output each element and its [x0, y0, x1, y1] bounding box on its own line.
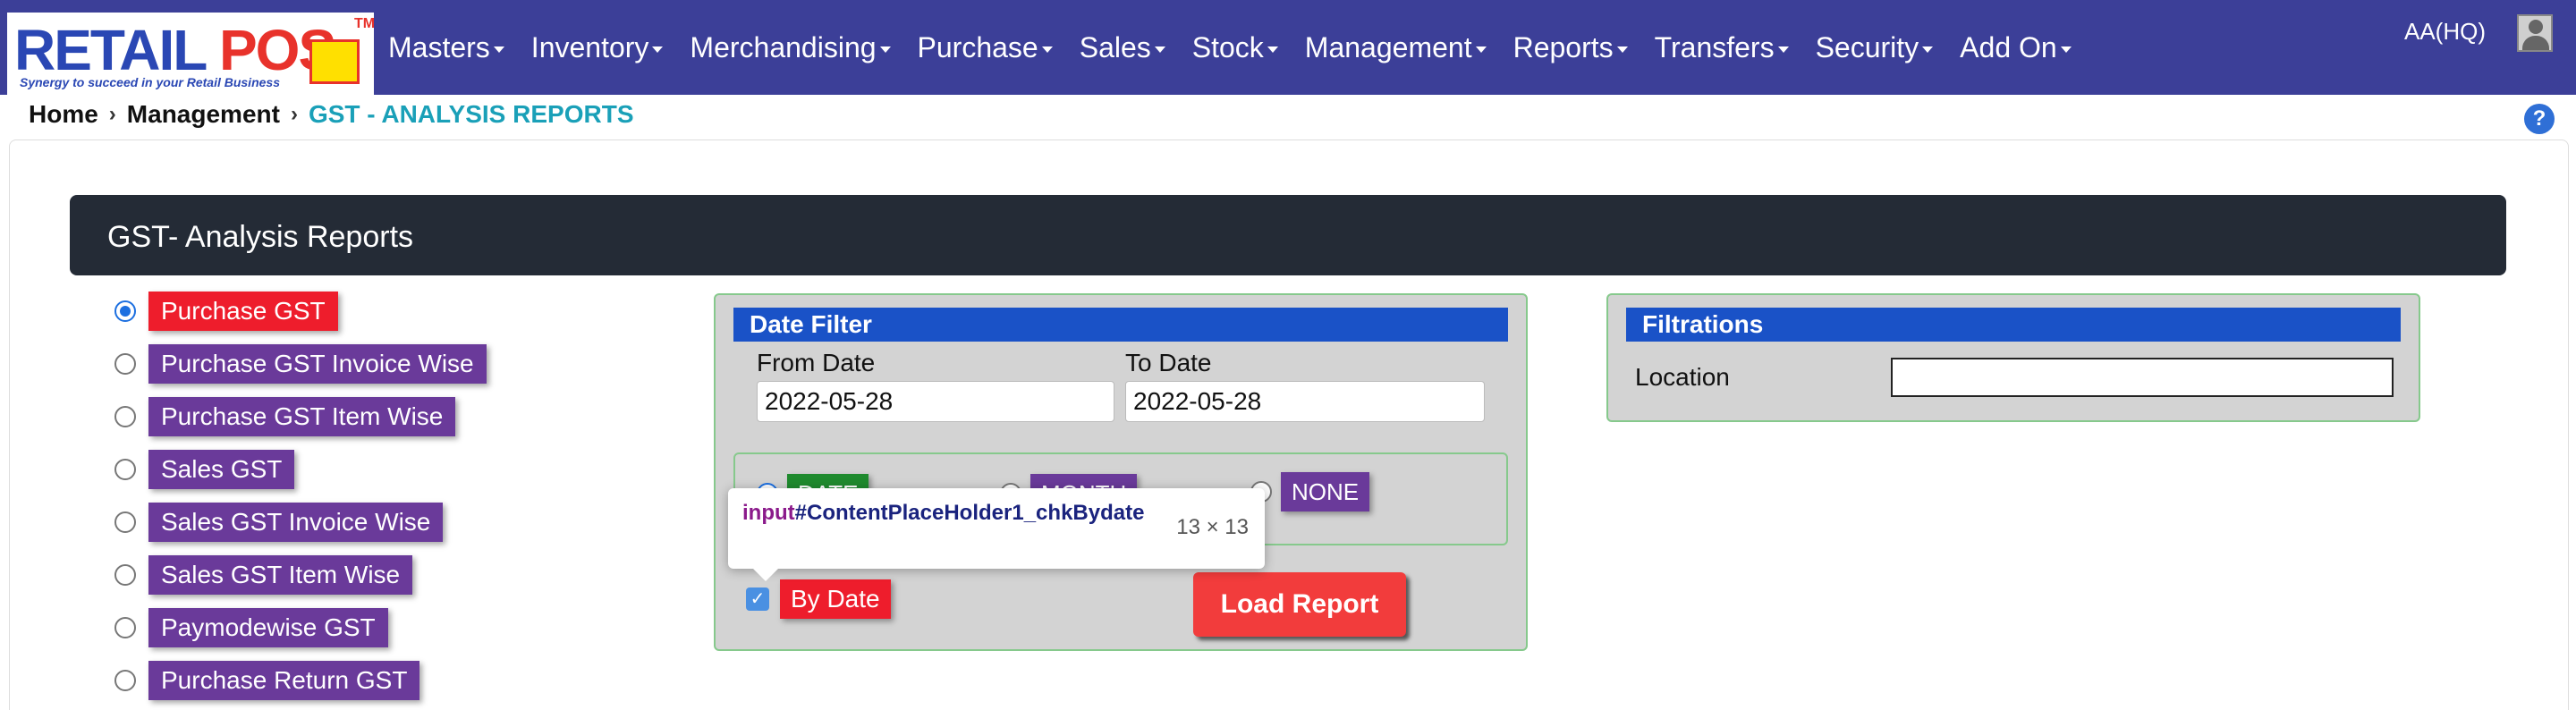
- chevron-right-icon: ›: [108, 102, 116, 126]
- radio-button[interactable]: [114, 564, 136, 586]
- to-date-input[interactable]: [1125, 381, 1485, 422]
- panel-header: GST- Analysis Reports: [70, 195, 2506, 275]
- from-date-input[interactable]: [757, 381, 1114, 422]
- menu-masters[interactable]: Masters: [388, 31, 504, 64]
- retail-pos-logo[interactable]: RETAIL POS TM Synergy to succeed in your…: [7, 13, 376, 95]
- report-option-purchase-return-gst[interactable]: Purchase Return GST: [114, 660, 420, 701]
- radio-button[interactable]: [114, 300, 136, 322]
- chevron-right-icon: ›: [290, 102, 298, 126]
- date-filter-title: Date Filter: [733, 308, 1508, 342]
- load-report-button[interactable]: Load Report: [1193, 572, 1406, 637]
- menu-stock[interactable]: Stock: [1192, 31, 1278, 64]
- report-option-purchase-gst[interactable]: Purchase GST: [114, 291, 338, 332]
- caret-down-icon: [1616, 46, 1628, 53]
- menu-reports[interactable]: Reports: [1513, 31, 1628, 64]
- caret-down-icon: [1154, 46, 1165, 53]
- breadcrumb: Home › Management › GST - ANALYSIS REPOR…: [29, 100, 634, 129]
- radio-button[interactable]: [114, 511, 136, 533]
- main-menu: Masters Inventory Merchandising Purchase…: [388, 0, 2098, 95]
- report-label[interactable]: Sales GST: [148, 450, 295, 489]
- report-option-sales-gst-item-wise[interactable]: Sales GST Item Wise: [114, 554, 413, 596]
- date-filter-panel: Date Filter From Date To Date DATE MONTH…: [714, 293, 1528, 651]
- report-label[interactable]: Sales GST Item Wise: [148, 555, 413, 595]
- caret-down-icon: [1922, 46, 1934, 53]
- location-input[interactable]: [1891, 358, 2394, 397]
- radio-button[interactable]: [114, 670, 136, 691]
- caret-down-icon: [879, 46, 891, 53]
- radio-button[interactable]: [114, 459, 136, 480]
- caret-down-icon: [1041, 46, 1053, 53]
- page-title: GST- Analysis Reports: [107, 220, 414, 254]
- caret-down-icon: [1267, 46, 1278, 53]
- filtrations-title: Filtrations: [1626, 308, 2401, 342]
- top-navbar: RETAIL POS TM Synergy to succeed in your…: [0, 0, 2576, 95]
- filtrations-panel: Filtrations Location: [1606, 293, 2420, 422]
- by-date-label[interactable]: By Date: [780, 579, 891, 619]
- report-option-sales-gst-invoice-wise[interactable]: Sales GST Invoice Wise: [114, 502, 444, 543]
- logo-brand-text: RETAIL: [14, 18, 219, 82]
- radio-button[interactable]: [114, 617, 136, 638]
- menu-merchandising[interactable]: Merchandising: [690, 31, 891, 64]
- report-option-sales-gst[interactable]: Sales GST: [114, 449, 295, 490]
- caret-down-icon: [1777, 46, 1789, 53]
- option-label[interactable]: NONE: [1281, 472, 1370, 511]
- by-date-option[interactable]: ✓ By Date: [746, 579, 891, 619]
- caret-down-icon: [2060, 46, 2072, 53]
- to-date-label: To Date: [1125, 349, 1212, 376]
- breadcrumb-home[interactable]: Home: [29, 100, 98, 129]
- user-name[interactable]: AA(HQ): [2404, 18, 2486, 46]
- report-label[interactable]: Purchase GST Invoice Wise: [148, 344, 487, 384]
- menu-inventory[interactable]: Inventory: [531, 31, 664, 64]
- report-option-purchase-gst-item-wise[interactable]: Purchase GST Item Wise: [114, 396, 456, 437]
- menu-add-on[interactable]: Add On: [1960, 31, 2072, 64]
- help-icon[interactable]: ?: [2524, 104, 2555, 134]
- menu-transfers[interactable]: Transfers: [1655, 31, 1789, 64]
- logo-trademark: TM: [354, 16, 376, 31]
- report-label[interactable]: Sales GST Invoice Wise: [148, 503, 444, 542]
- user-avatar-icon[interactable]: [2517, 14, 2553, 52]
- inspector-tooltip: input#ContentPlaceHolder1_chkBydate 13 ×…: [728, 488, 1265, 581]
- breadcrumb-current: GST - ANALYSIS REPORTS: [308, 100, 634, 128]
- report-label[interactable]: Purchase GST: [148, 292, 338, 331]
- logo-square-icon: [309, 39, 360, 84]
- report-label[interactable]: Purchase Return GST: [148, 661, 420, 700]
- tooltip-selector: input#ContentPlaceHolder1_chkBydate: [742, 501, 1145, 525]
- radio-button[interactable]: [114, 353, 136, 375]
- menu-sales[interactable]: Sales: [1080, 31, 1165, 64]
- breadcrumb-management[interactable]: Management: [127, 100, 280, 129]
- tooltip-size: 13 × 13: [1176, 515, 1249, 539]
- report-option-paymodewise-gst[interactable]: Paymodewise GST: [114, 607, 388, 648]
- report-label[interactable]: Paymodewise GST: [148, 608, 388, 647]
- caret-down-icon: [652, 46, 664, 53]
- location-label: Location: [1635, 363, 1730, 391]
- caret-down-icon: [493, 46, 504, 53]
- report-option-purchase-gst-invoice-wise[interactable]: Purchase GST Invoice Wise: [114, 343, 487, 385]
- menu-security[interactable]: Security: [1816, 31, 1934, 64]
- logo-tagline: Synergy to succeed in your Retail Busine…: [20, 75, 280, 89]
- from-date-label: From Date: [757, 349, 876, 376]
- radio-button[interactable]: [114, 406, 136, 427]
- by-date-checkbox[interactable]: ✓: [746, 587, 769, 611]
- option-none[interactable]: NONE: [1250, 472, 1370, 511]
- menu-purchase[interactable]: Purchase: [918, 31, 1053, 64]
- report-label[interactable]: Purchase GST Item Wise: [148, 397, 456, 436]
- menu-management[interactable]: Management: [1305, 31, 1487, 64]
- caret-down-icon: [1475, 46, 1487, 53]
